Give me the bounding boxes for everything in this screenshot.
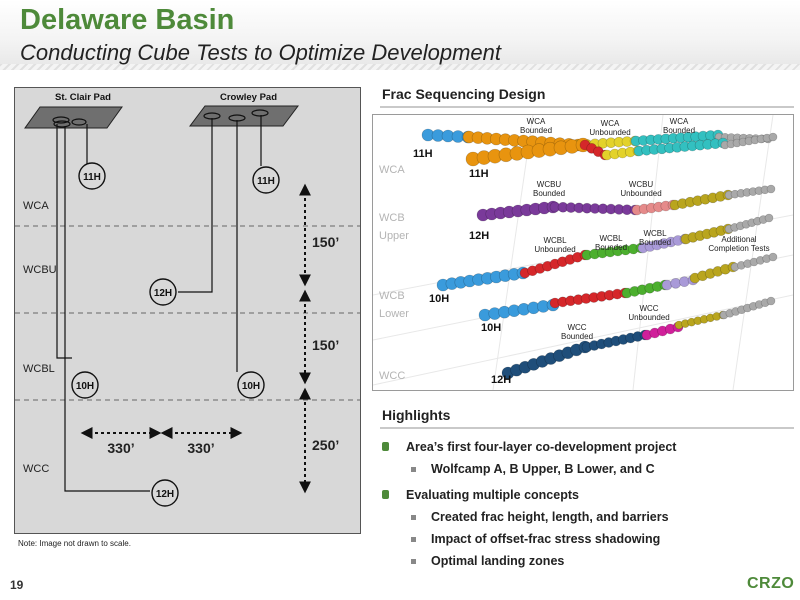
section-rule — [380, 106, 794, 108]
svg-text:10H: 10H — [242, 381, 260, 392]
highlight-item: Evaluating multiple concepts — [378, 485, 798, 507]
page-title: Delaware Basin — [20, 4, 235, 36]
well-crowley-12h: 12H — [149, 278, 177, 306]
frac-well-11h-lower: 11H — [469, 168, 489, 180]
frac-zone-wcb-lower-2: Lower — [379, 308, 409, 320]
well-bead — [766, 296, 776, 306]
bullet-icon — [382, 442, 389, 451]
well-bead — [768, 252, 778, 262]
highlight-subitem: Wolfcamp A, B Upper, B Lower, and C — [378, 459, 798, 481]
section-rule — [380, 427, 794, 429]
spacing-label-horizontal: 330’ — [107, 440, 134, 456]
company-logo: CRZO — [747, 575, 795, 592]
frac-zone-wcb-lower-1: WCB — [379, 290, 405, 302]
sub-bullet-icon — [411, 559, 416, 564]
frac-wells — [421, 128, 778, 380]
spacing-label-vertical: 150’ — [312, 234, 339, 250]
well-spacing-svg: WCA WCBU WCBL WCC St. Clair Pad Crowley … — [15, 92, 360, 507]
frac-annotation: WCA Bounded — [520, 117, 552, 135]
frac-annotation: WCC Unbounded — [628, 304, 669, 322]
zone-label-wcbu: WCBU — [23, 264, 57, 276]
spacing-label-vertical: 150’ — [312, 337, 339, 353]
sub-bullet-icon — [411, 537, 416, 542]
well-spacing-diagram: WCA WCBU WCBL WCC St. Clair Pad Crowley … — [14, 87, 361, 534]
well-stclair-10h: 10H — [71, 371, 99, 399]
well-bead — [679, 276, 690, 287]
frac-zone-wcb-upper-1: WCB — [379, 212, 405, 224]
highlight-subitem: Impact of offset-frac stress shadowing — [378, 529, 798, 551]
frac-annotation: WCBL Unbounded — [534, 236, 575, 254]
frac-annotation: Additional Completion Tests — [708, 235, 769, 253]
page-subtitle: Conducting Cube Tests to Optimize Develo… — [20, 40, 501, 65]
zone-label-wcbl: WCBL — [23, 363, 55, 375]
pad-label-stclair: St. Clair Pad — [55, 92, 111, 103]
spacing-label-vertical: 250’ — [312, 437, 339, 453]
svg-text:12H: 12H — [156, 489, 174, 500]
well-bead — [670, 278, 681, 289]
frac-annotation: WCA Bounded — [663, 117, 695, 135]
well-bead — [766, 184, 776, 194]
frac-annotation: WCBU Bounded — [533, 180, 565, 198]
scale-note: Note: Image not drawn to scale. — [18, 539, 131, 548]
sub-bullet-icon — [411, 515, 416, 520]
frac-zone-wcb-upper-2: Upper — [379, 230, 409, 242]
frac-annotation: WCBL Bounded — [639, 229, 671, 247]
spacing-label-horizontal: 330’ — [187, 440, 214, 456]
frac-annotation: WCBL Bounded — [595, 234, 627, 252]
frac-plot-svg: WCA WCB Upper WCB Lower WCC 11H 11H 12H … — [373, 115, 793, 390]
highlights-list: Area’s first four-layer co-development p… — [378, 437, 798, 573]
zone-label-wcc: WCC — [23, 463, 49, 475]
well-crowley-10h: 10H — [237, 371, 265, 399]
page-number: 19 — [10, 578, 24, 592]
sub-bullet-icon — [411, 467, 416, 472]
bullet-icon — [382, 490, 389, 499]
frac-annotation: WCC Bounded — [561, 323, 593, 341]
frac-annotation: WCA Unbounded — [589, 119, 630, 137]
frac-zone-wcc: WCC — [379, 370, 405, 382]
frac-well-12h-lower: 12H — [491, 374, 511, 386]
frac-zone-wca: WCA — [379, 164, 405, 176]
frac-well-10h-upper: 10H — [429, 293, 449, 305]
pad-label-crowley: Crowley Pad — [220, 92, 277, 103]
zone-label-wca: WCA — [23, 200, 49, 212]
well-crowley-11h: 11H — [252, 166, 280, 194]
well-bead — [764, 213, 774, 223]
well-stclair-12h: 12H — [151, 479, 179, 507]
frac-sequencing-plot: WCA WCB Upper WCB Lower WCC 11H 11H 12H … — [372, 114, 794, 391]
highlights-heading: Highlights — [382, 407, 451, 423]
frac-well-11h-upper: 11H — [413, 148, 433, 160]
well-bead — [661, 279, 673, 291]
svg-text:10H: 10H — [76, 381, 94, 392]
highlight-subitem: Optimal landing zones — [378, 551, 798, 573]
frac-well-12h-upper: 12H — [469, 230, 489, 242]
stclair-pad — [24, 106, 123, 129]
well-bead — [768, 132, 778, 142]
svg-text:11H: 11H — [257, 176, 275, 187]
well-stclair-11h: 11H — [78, 162, 106, 190]
frac-heading: Frac Sequencing Design — [382, 86, 546, 102]
svg-text:11H: 11H — [83, 172, 101, 183]
highlight-subitem: Created frac height, length, and barrier… — [378, 507, 798, 529]
svg-text:12H: 12H — [154, 288, 172, 299]
highlight-item: Area’s first four-layer co-development p… — [378, 437, 798, 459]
frac-well-10h-lower: 10H — [481, 322, 501, 334]
